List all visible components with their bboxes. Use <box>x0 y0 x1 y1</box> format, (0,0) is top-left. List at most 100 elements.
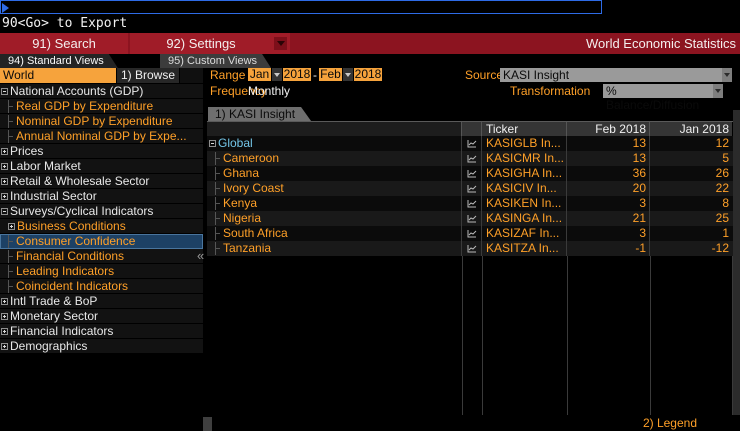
table-row[interactable]: Cameroon KASICMR In... 13 5 <box>207 151 733 166</box>
chart-cell[interactable] <box>462 181 482 196</box>
tree-item[interactable]: Coincident Indicators <box>0 279 203 294</box>
expand-toggle-icon[interactable] <box>1 313 8 320</box>
tree-item[interactable]: Surveys/Cyclical Indicators <box>0 204 203 219</box>
country-cell[interactable]: Kenya <box>207 196 462 211</box>
range-end-month-dropdown[interactable]: Feb <box>319 68 342 81</box>
ticker-cell[interactable]: KASIGLB In... <box>482 136 567 151</box>
expand-toggle-icon[interactable] <box>8 223 15 230</box>
country-cell[interactable]: Tanzania <box>207 241 462 256</box>
jan-value-cell[interactable]: 25 <box>650 211 732 226</box>
chart-cell[interactable] <box>462 226 482 241</box>
jan-value-cell[interactable]: 12 <box>650 136 732 151</box>
feb-value-cell[interactable]: 21 <box>567 211 650 226</box>
tree-item[interactable]: Annual Nominal GDP by Expe... <box>0 129 203 144</box>
feb-value-cell[interactable]: 3 <box>567 226 650 241</box>
range-end-year-field[interactable]: 2018 <box>354 68 382 81</box>
expand-toggle-icon[interactable] <box>1 208 8 215</box>
ticker-cell[interactable]: KASIGHA In... <box>482 166 567 181</box>
vertical-scrollbar[interactable] <box>733 110 740 415</box>
tree-item[interactable]: Real GDP by Expenditure <box>0 99 203 114</box>
ticker-cell[interactable]: KASICMR In... <box>482 151 567 166</box>
expand-toggle-icon[interactable] <box>1 88 8 95</box>
browse-button[interactable]: 1) Browse <box>117 68 179 83</box>
source-dropdown[interactable]: KASI Insight <box>500 68 722 82</box>
expand-toggle-icon[interactable] <box>1 163 8 170</box>
expand-toggle-icon[interactable] <box>1 343 8 350</box>
region-dropdown[interactable]: World <box>0 68 116 83</box>
jan-value-cell[interactable]: 22 <box>650 181 732 196</box>
chart-cell[interactable] <box>462 211 482 226</box>
chart-cell[interactable] <box>462 166 482 181</box>
tree-item[interactable]: Nominal GDP by Expenditure <box>0 114 203 129</box>
jan-value-cell[interactable]: 26 <box>650 166 732 181</box>
ticker-cell[interactable]: KASINGA In... <box>482 211 567 226</box>
expand-toggle-icon[interactable] <box>1 328 8 335</box>
table-row[interactable]: Ghana KASIGHA In... 36 26 <box>207 166 733 181</box>
feb-value-cell[interactable]: 36 <box>567 166 650 181</box>
jan-value-cell[interactable]: 8 <box>650 196 732 211</box>
tree-item[interactable]: Consumer Confidence <box>0 234 203 249</box>
chevron-down-icon[interactable] <box>272 68 282 81</box>
country-cell[interactable]: Ghana <box>207 166 462 181</box>
feb-value-cell[interactable]: 20 <box>567 181 650 196</box>
feb-value-cell[interactable]: 13 <box>567 151 650 166</box>
chart-cell[interactable] <box>462 241 482 256</box>
tree-item[interactable]: Prices <box>0 144 203 159</box>
chevron-down-icon[interactable] <box>343 68 353 81</box>
table-row[interactable]: South Africa KASIZAF In... 3 1 <box>207 226 733 241</box>
expand-toggle-icon[interactable] <box>1 298 8 305</box>
tree-item[interactable]: Leading Indicators <box>0 264 203 279</box>
command-input[interactable] <box>0 0 602 14</box>
expand-toggle-icon[interactable] <box>1 148 8 155</box>
feb-column-header[interactable]: Feb 2018 <box>567 122 650 137</box>
country-cell[interactable]: Nigeria <box>207 211 462 226</box>
expand-toggle-icon[interactable] <box>1 193 8 200</box>
ticker-cell[interactable]: KASITZA In... <box>482 241 567 256</box>
tree-item[interactable]: Financial Conditions <box>0 249 203 264</box>
chart-cell[interactable] <box>462 151 482 166</box>
tab-custom-views[interactable]: 95) Custom Views <box>160 54 271 68</box>
chevron-down-icon[interactable] <box>722 68 732 82</box>
legend-button[interactable]: 2) Legend <box>643 416 697 430</box>
ticker-cell[interactable]: KASICIV In... <box>482 181 567 196</box>
range-start-month-dropdown[interactable]: Jan <box>248 68 271 81</box>
jan-value-cell[interactable]: 5 <box>650 151 732 166</box>
feb-value-cell[interactable]: -1 <box>567 241 650 256</box>
tree-item[interactable]: Intl Trade & BoP <box>0 294 203 309</box>
country-cell[interactable]: Ivory Coast <box>207 181 462 196</box>
collapse-sidebar-button[interactable]: « <box>197 248 204 263</box>
table-row[interactable]: Nigeria KASINGA In... 21 25 <box>207 211 733 226</box>
tree-item[interactable]: Labor Market <box>0 159 203 174</box>
country-cell[interactable]: Global <box>207 136 462 151</box>
tree-item[interactable]: Retail & Wholesale Sector <box>0 174 203 189</box>
table-row[interactable]: Ivory Coast KASICIV In... 20 22 <box>207 181 733 196</box>
range-start-year-field[interactable]: 2018 <box>283 68 311 81</box>
tree-item[interactable]: Industrial Sector <box>0 189 203 204</box>
collapse-toggle-icon[interactable] <box>209 140 216 147</box>
settings-button[interactable]: 92) Settings <box>130 33 290 54</box>
tree-item[interactable]: Monetary Sector <box>0 309 203 324</box>
ticker-column-header[interactable]: Ticker <box>482 122 567 137</box>
tab-kasi-insight[interactable]: 1) KASI Insight <box>208 107 311 121</box>
tree-item[interactable]: National Accounts (GDP) <box>0 84 203 99</box>
transformation-dropdown[interactable]: % Balance/Diffusion <box>603 84 713 98</box>
country-cell[interactable]: South Africa <box>207 226 462 241</box>
chart-cell[interactable] <box>462 136 482 151</box>
chevron-down-icon[interactable] <box>713 84 723 98</box>
jan-value-cell[interactable]: -12 <box>650 241 732 256</box>
feb-value-cell[interactable]: 3 <box>567 196 650 211</box>
table-row[interactable]: Global KASIGLB In... 13 12 <box>207 136 733 151</box>
tree-item[interactable]: Financial Indicators <box>0 324 203 339</box>
jan-column-header[interactable]: Jan 2018 <box>650 122 732 137</box>
expand-toggle-icon[interactable] <box>1 178 8 185</box>
table-row[interactable]: Kenya KASIKEN In... 3 8 <box>207 196 733 211</box>
ticker-cell[interactable]: KASIZAF In... <box>482 226 567 241</box>
feb-value-cell[interactable]: 13 <box>567 136 650 151</box>
search-button[interactable]: 91) Search <box>0 33 128 54</box>
tree-item[interactable]: Business Conditions <box>0 219 203 234</box>
chevron-down-icon[interactable] <box>274 37 287 50</box>
tree-item[interactable]: Demographics <box>0 339 203 354</box>
jan-value-cell[interactable]: 1 <box>650 226 732 241</box>
chart-cell[interactable] <box>462 196 482 211</box>
table-row[interactable]: Tanzania KASITZA In... -1 -12 <box>207 241 733 256</box>
